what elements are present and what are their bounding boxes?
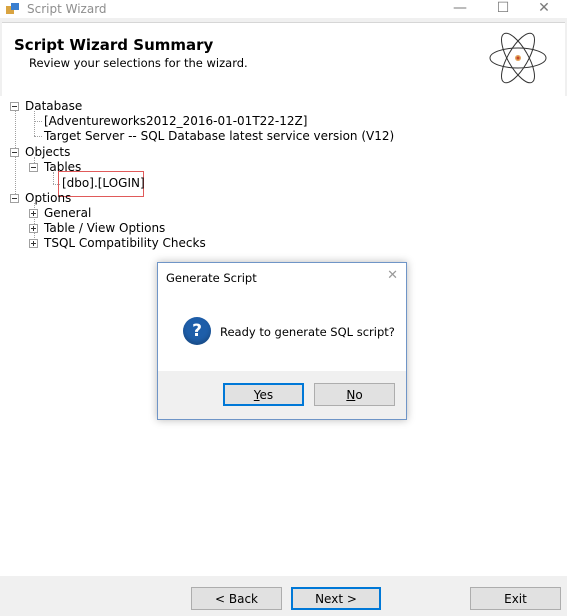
tree-connector <box>34 111 35 136</box>
dialog-close-icon[interactable]: ✕ <box>387 268 398 283</box>
yes-button[interactable]: Yes <box>223 383 304 406</box>
collapse-tables-toggle[interactable] <box>29 163 38 172</box>
collapse-options-toggle[interactable] <box>10 194 19 203</box>
tree-node-tsql-compatibility-checks[interactable]: TSQL Compatibility Checks <box>44 236 206 251</box>
close-window-button[interactable]: ✕ <box>521 0 567 18</box>
expand-tsql-compatibility-toggle[interactable] <box>29 239 38 248</box>
page-title: Script Wizard Summary <box>14 36 214 54</box>
yes-label: es <box>259 388 274 402</box>
no-button[interactable]: No <box>314 383 395 406</box>
tree-node-database[interactable]: Database <box>25 99 82 114</box>
window-title: Script Wizard <box>27 2 107 16</box>
expand-general-toggle[interactable] <box>29 209 38 218</box>
generate-script-dialog: Generate Script ✕ ? Ready to generate SQ… <box>157 262 407 420</box>
window-titlebar: Script Wizard — ☐ ✕ <box>0 0 567 18</box>
wizard-header: Script Wizard Summary Review your select… <box>2 22 565 97</box>
script-wizard-app-icon <box>6 3 19 14</box>
question-icon: ? <box>183 317 211 345</box>
dialog-title: Generate Script <box>166 271 257 285</box>
tree-node-general[interactable]: General <box>44 206 91 221</box>
atom-logo-icon <box>489 32 547 84</box>
minimize-button[interactable]: — <box>437 0 483 18</box>
expand-table-view-options-toggle[interactable] <box>29 224 38 233</box>
tree-node-database-name[interactable]: [Adventureworks2012_2016-01-01T22-12Z] <box>44 114 307 129</box>
no-mnemonic: N <box>346 388 356 402</box>
page-subtitle: Review your selections for the wizard. <box>29 56 248 70</box>
tree-connector <box>34 121 42 122</box>
next-button[interactable]: Next > <box>291 587 381 610</box>
dialog-button-bar: Yes No <box>158 371 406 419</box>
tree-connector <box>34 136 42 137</box>
collapse-database-toggle[interactable] <box>10 102 19 111</box>
tree-node-options[interactable]: Options <box>25 191 71 206</box>
tree-node-objects[interactable]: Objects <box>25 145 70 160</box>
tree-node-target-server[interactable]: Target Server -- SQL Database latest ser… <box>44 129 394 144</box>
back-button[interactable]: < Back <box>191 587 282 610</box>
collapse-objects-toggle[interactable] <box>10 148 19 157</box>
no-label: o <box>355 388 363 402</box>
tree-node-login-table[interactable]: [dbo].[LOGIN] <box>62 176 145 191</box>
tree-node-table-view-options[interactable]: Table / View Options <box>44 221 165 236</box>
dialog-message: Ready to generate SQL script? <box>220 325 395 339</box>
exit-button[interactable]: Exit <box>470 587 561 610</box>
wizard-footer: < Back Next > Exit <box>0 576 567 616</box>
maximize-button[interactable]: ☐ <box>480 0 526 18</box>
